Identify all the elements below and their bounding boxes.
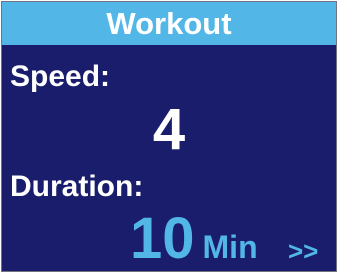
duration-unit: Min: [202, 229, 258, 265]
page-title: Workout: [106, 6, 232, 41]
duration-label: Duration:: [10, 170, 144, 203]
workout-screen: Workout Speed: 4 Duration: 10 Min >>: [1, 1, 337, 272]
duration-display: 10 Min: [130, 210, 258, 268]
next-button[interactable]: >>: [288, 238, 318, 264]
duration-value: 10: [130, 206, 195, 271]
speed-label: Speed:: [10, 60, 111, 93]
title-bar: Workout: [2, 2, 336, 45]
speed-value: 4: [152, 97, 186, 162]
